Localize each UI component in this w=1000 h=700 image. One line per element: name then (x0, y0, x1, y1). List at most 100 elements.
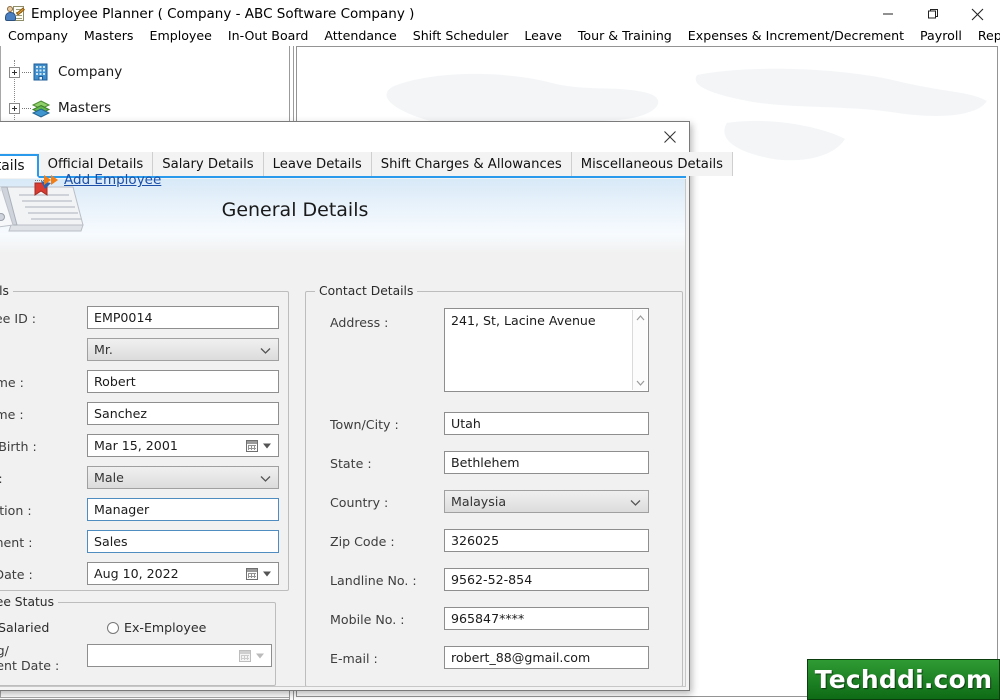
close-icon[interactable] (659, 126, 681, 148)
address-value: 241, St, Lacine Avenue (451, 313, 596, 328)
town-city-input[interactable]: Utah (444, 412, 649, 435)
group-legend: Employee Status (0, 595, 58, 609)
chevron-down-icon (260, 342, 271, 357)
date-of-birth-input[interactable]: Mar 15, 2001 (87, 434, 279, 457)
department-label: Department : (0, 535, 33, 550)
address-label: Address : (330, 315, 389, 330)
menu-item-payroll[interactable]: Payroll (912, 26, 970, 45)
landline-label: Landline No. : (330, 573, 417, 588)
dialog-titlebar: Add Employee (0, 122, 689, 153)
designation-label: Designation : (0, 503, 32, 518)
layers-icon (31, 98, 51, 118)
tab-shift-charges[interactable]: Shift Charges & Allowances (371, 152, 572, 176)
site-watermark: Techddi.com (807, 659, 1000, 700)
watermark-text: Techddi.com (814, 665, 993, 694)
group-legend: Main Details (0, 284, 13, 298)
relieving-date-label-line1: Relieving/ (0, 643, 9, 658)
scroll-down-icon[interactable] (633, 375, 648, 390)
application-window: Employee Planner ( Company - ABC Softwar… (0, 0, 1000, 700)
page-title: General Details (221, 199, 369, 221)
chevron-down-icon[interactable] (263, 571, 271, 576)
zip-code-label: Zip Code : (330, 534, 395, 549)
last-name-input[interactable]: Sanchez (87, 402, 279, 425)
tab-salary-details[interactable]: Salary Details (153, 152, 264, 176)
country-select[interactable]: Malaysia (444, 490, 649, 513)
radio-ex-employee-label: Ex-Employee (124, 620, 207, 635)
calendar-icon[interactable] (246, 439, 258, 452)
tree-node-label: Masters (58, 100, 112, 116)
tab-miscellaneous-details[interactable]: Miscellaneous Details (571, 152, 734, 176)
contact-details-group: Contact Details Address : 241, St, Lacin… (305, 284, 683, 686)
last-name-label: Last Name : (0, 407, 24, 422)
gender-select[interactable]: Male (87, 466, 279, 489)
first-name-label: First Name : (0, 375, 24, 390)
menu-item-masters[interactable]: Masters (76, 26, 142, 45)
first-name-input[interactable]: Robert (87, 370, 279, 393)
sidebar-item-label: Add Employee (64, 172, 162, 188)
joining-date-label: Joining Date : (0, 567, 33, 582)
double-arrow-icon (44, 175, 58, 185)
employee-planner-icon (5, 5, 25, 23)
radio-ex-employee[interactable]: Ex-Employee (107, 620, 206, 635)
address-scrollbar[interactable] (632, 310, 647, 390)
designation-input[interactable]: Manager (87, 498, 279, 521)
chevron-down-icon[interactable] (263, 443, 271, 448)
email-label: E-mail : (330, 651, 378, 666)
radio-salaried[interactable]: Salaried (0, 620, 49, 635)
menu-item-expenses[interactable]: Expenses & Increment/Decrement (680, 26, 912, 45)
chevron-down-icon[interactable] (256, 653, 264, 658)
menu-item-employee[interactable]: Employee (142, 26, 220, 45)
radio-dot-icon (107, 621, 119, 634)
menu-item-reports[interactable]: Reports (970, 26, 1000, 45)
scroll-up-icon[interactable] (633, 310, 648, 325)
mobile-label: Mobile No. : (330, 612, 405, 627)
add-employee-dialog: Add Employee General Details Official De… (0, 121, 734, 691)
employee-status-group: Employee Status Salaried Ex-Employee Rel… (0, 595, 276, 686)
country-label: Country : (330, 495, 389, 510)
expander-icon[interactable] (9, 102, 20, 114)
menu-item-in-out-board[interactable]: In-Out Board (220, 26, 316, 45)
calendar-icon[interactable] (239, 649, 251, 662)
main-details-group: Main Details Employee ID : EMP0014 Title… (0, 284, 289, 591)
landline-input[interactable]: 9562-52-854 (444, 568, 649, 591)
employee-id-label: Employee ID : (0, 311, 37, 326)
gender-label: Gender : (0, 471, 3, 486)
state-label: State : (330, 456, 372, 471)
town-city-label: Town/City : (330, 417, 399, 432)
tab-general-details[interactable]: General Details (0, 154, 39, 178)
menu-item-shift-scheduler[interactable]: Shift Scheduler (405, 26, 517, 45)
relieving-date-input[interactable] (87, 644, 272, 667)
address-textarea[interactable]: 241, St, Lacine Avenue (444, 308, 649, 392)
title-select[interactable]: Mr. (87, 338, 279, 361)
calendar-icon[interactable] (246, 567, 258, 580)
radio-salaried-label: Salaried (0, 620, 50, 635)
title-value: Mr. (94, 342, 113, 357)
menubar: Company Masters Employee In-Out Board At… (0, 24, 1000, 46)
gender-value: Male (94, 470, 124, 485)
relieving-date-label-line2: Retirement Date : (0, 658, 60, 673)
menu-item-company[interactable]: Company (0, 26, 76, 45)
expander-icon[interactable] (9, 66, 20, 78)
tree-node-company[interactable]: Company (1, 54, 289, 90)
page-banner: General Details (0, 179, 685, 253)
menu-item-tour-training[interactable]: Tour & Training (570, 26, 680, 45)
department-input[interactable]: Sales (87, 530, 279, 553)
state-input[interactable]: Bethlehem (444, 451, 649, 474)
menu-item-leave[interactable]: Leave (516, 26, 569, 45)
chevron-down-icon (630, 494, 641, 509)
zip-code-input[interactable]: 326025 (444, 529, 649, 552)
mobile-input[interactable]: 965847**** (444, 607, 649, 630)
date-of-birth-value: Mar 15, 2001 (94, 438, 178, 453)
date-of-birth-label: Date of Birth : (0, 439, 37, 454)
menu-item-attendance[interactable]: Attendance (316, 26, 404, 45)
main-content: Company Masters Add Employee ails Offici… (0, 46, 1000, 700)
general-details-page: General Details Main Details Employee ID… (0, 179, 686, 687)
window-title: Employee Planner ( Company - ABC Softwar… (31, 6, 415, 22)
employee-id-input[interactable]: EMP0014 (87, 306, 279, 329)
country-value: Malaysia (451, 494, 507, 509)
email-input[interactable]: robert_88@gmail.com (444, 646, 649, 669)
joining-date-input[interactable]: Aug 10, 2022 (87, 562, 279, 585)
joining-date-value: Aug 10, 2022 (94, 566, 179, 581)
tab-leave-details[interactable]: Leave Details (263, 152, 372, 176)
group-legend: Contact Details (315, 284, 418, 298)
